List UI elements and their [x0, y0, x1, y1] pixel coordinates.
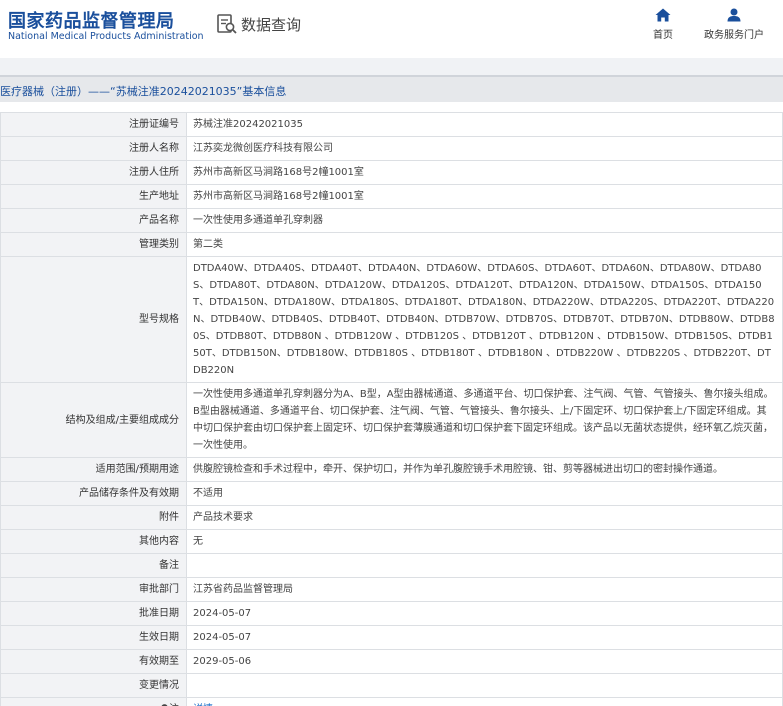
detail-value: 苏州市高新区马涧路168号2幢1001室: [186, 160, 783, 185]
detail-value: 江苏奕龙微创医疗科技有限公司: [186, 136, 783, 161]
detail-row: 生产地址 苏州市高新区马涧路168号2幢1001室: [0, 184, 783, 209]
detail-label: 审批部门: [0, 577, 187, 602]
registration-detail-table: 注册证编号 苏械注准20242021035 注册人名称 江苏奕龙微创医疗科技有限公司注…: [0, 112, 783, 706]
detail-value: 苏州市高新区马涧路168号2幢1001室: [186, 184, 783, 209]
detail-value: 供腹腔镜检查和手术过程中，牵开、保护切口，并作为单孔腹腔镜手术用腔镜、钳、剪等器…: [186, 457, 783, 482]
detail-label: 结构及组成/主要组成成分: [0, 382, 187, 458]
detail-row: 注册人名称 江苏奕龙微创医疗科技有限公司: [0, 136, 783, 161]
detail-value: 一次性使用多通道单孔穿刺器分为A、B型，A型由器械通道、多通道平台、切口保护套、…: [186, 382, 783, 458]
detail-row: 附件 产品技术要求: [0, 505, 783, 530]
user-icon: [727, 8, 741, 22]
detail-value: 不适用: [186, 481, 783, 506]
detail-label: 生产地址: [0, 184, 187, 209]
nav-home-label: 首页: [653, 30, 673, 41]
detail-row: 注册证编号 苏械注准20242021035: [0, 112, 783, 137]
detail-row: 注册人住所 苏州市高新区马涧路168号2幢1001室: [0, 160, 783, 185]
detail-row: 备注: [0, 553, 783, 578]
detail-row: 批准日期 2024-05-07: [0, 601, 783, 626]
breadcrumb: 医疗器械（注册）——“苏械注准20242021035”基本信息: [0, 75, 783, 102]
detail-row: 型号规格 DTDA40W、DTDA40S、DTDA40T、DTDA40N、DTDA…: [0, 256, 783, 383]
detail-label: 注册人住所: [0, 160, 187, 185]
data-query-icon: [217, 14, 237, 34]
detail-label: 注册证编号: [0, 112, 187, 137]
detail-row: 产品储存条件及有效期 不适用: [0, 481, 783, 506]
header-divider: [0, 58, 783, 75]
detail-label: 管理类别: [0, 232, 187, 257]
detail-row: 审批部门 江苏省药品监督管理局: [0, 577, 783, 602]
note-row: 注详情: [0, 697, 783, 706]
note-value-cell: 详情: [186, 697, 783, 706]
detail-label: 产品储存条件及有效期: [0, 481, 187, 506]
detail-value: 第二类: [186, 232, 783, 257]
site-logo-en[interactable]: National Medical Products Administration: [8, 31, 204, 42]
detail-value: 2029-05-06: [186, 649, 783, 674]
detail-value: 2024-05-07: [186, 625, 783, 650]
detail-label: 产品名称: [0, 208, 187, 233]
detail-row: 管理类别 第二类: [0, 232, 783, 257]
home-icon: [655, 8, 671, 22]
detail-value: 苏械注准20242021035: [186, 112, 783, 137]
detail-row: 变更情况: [0, 673, 783, 698]
data-query-label: 数据查询: [241, 15, 302, 34]
data-query-link[interactable]: 数据查询: [216, 11, 301, 37]
detail-label: 注册人名称: [0, 136, 187, 161]
nav-government-portal[interactable]: 政务服务门户: [699, 8, 769, 41]
detail-label: 其他内容: [0, 529, 187, 554]
detail-value: 产品技术要求: [186, 505, 783, 530]
detail-row: 适用范围/预期用途 供腹腔镜检查和手术过程中，牵开、保护切口，并作为单孔腹腔镜手术…: [0, 457, 783, 482]
detail-value: [186, 673, 783, 698]
site-header: 国家药品监督管理局 National Medical Products Admi…: [0, 0, 783, 58]
detail-row: 产品名称 一次性使用多通道单孔穿刺器: [0, 208, 783, 233]
detail-label: 型号规格: [0, 256, 187, 383]
detail-value: 无: [186, 529, 783, 554]
detail-row: 其他内容无: [0, 529, 783, 554]
detail-value: DTDA40W、DTDA40S、DTDA40T、DTDA40N、DTDA60W、…: [186, 256, 783, 383]
nav-home[interactable]: 首页: [628, 8, 698, 41]
detail-label: 生效日期: [0, 625, 187, 650]
breadcrumb-text: 医疗器械（注册）——“苏械注准20242021035”基本信息: [0, 85, 287, 98]
detail-row: 结构及组成/主要组成成分 一次性使用多通道单孔穿刺器分为A、B型，A型由器械通道、…: [0, 382, 783, 458]
note-label-cell: 注: [0, 697, 187, 706]
detail-value: 江苏省药品监督管理局: [186, 577, 783, 602]
detail-value: 2024-05-07: [186, 601, 783, 626]
detail-value: [186, 553, 783, 578]
detail-label: 有效期至: [0, 649, 187, 674]
site-logo-cn[interactable]: 国家药品监督管理局: [8, 7, 175, 33]
detail-row: 有效期至 2029-05-06: [0, 649, 783, 674]
detail-label: 适用范围/预期用途: [0, 457, 187, 482]
detail-label: 备注: [0, 553, 187, 578]
nav-government-portal-label: 政务服务门户: [704, 30, 764, 41]
detail-row: 生效日期 2024-05-07: [0, 625, 783, 650]
detail-label: 批准日期: [0, 601, 187, 626]
detail-value: 一次性使用多通道单孔穿刺器: [186, 208, 783, 233]
detail-label: 变更情况: [0, 673, 187, 698]
detail-label: 附件: [0, 505, 187, 530]
